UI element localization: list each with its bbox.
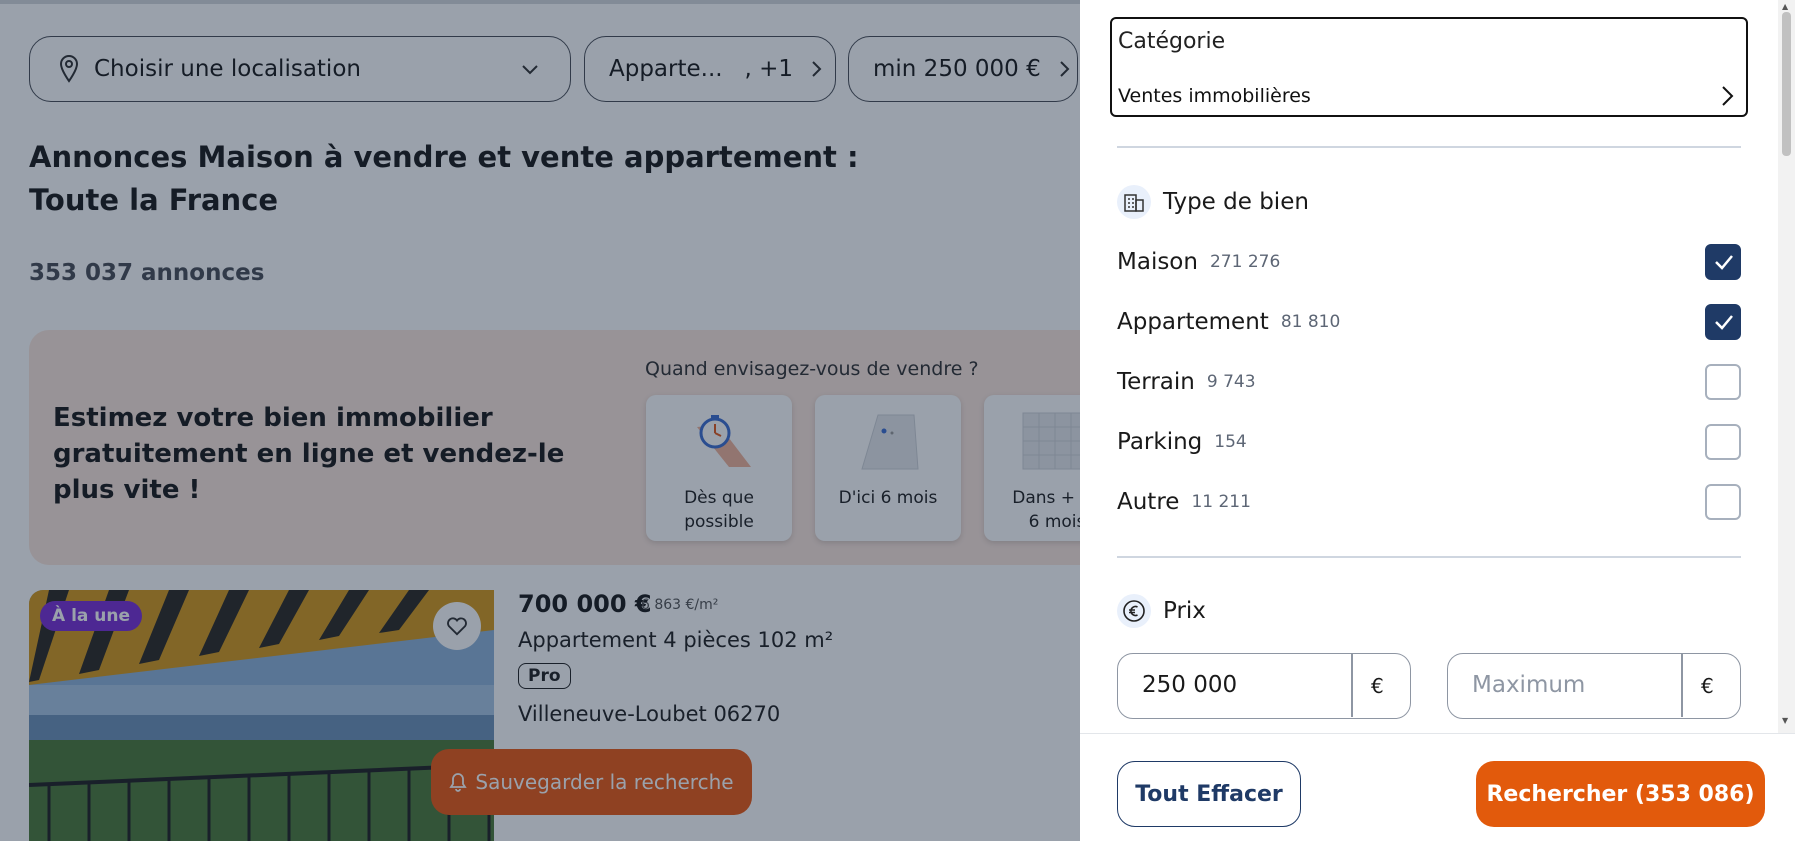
category-label: Catégorie	[1118, 29, 1226, 54]
currency-label: €	[1701, 674, 1714, 698]
property-type-option-parking[interactable]: Parking 154	[1117, 422, 1741, 462]
property-type-title: Type de bien	[1163, 189, 1309, 215]
option-label: Appartement	[1117, 309, 1269, 335]
clear-all-button[interactable]: Tout Effacer	[1117, 761, 1301, 827]
property-type-header: Type de bien	[1117, 185, 1309, 219]
scroll-up-arrow-icon[interactable]: ▲	[1782, 2, 1788, 11]
appartement-checkbox[interactable]	[1705, 304, 1741, 340]
category-value: Ventes immobilières	[1118, 85, 1311, 107]
option-label: Terrain	[1117, 369, 1195, 395]
euro-icon	[1117, 594, 1151, 628]
option-label: Autre	[1117, 489, 1180, 515]
property-type-option-appartement[interactable]: Appartement 81 810	[1117, 302, 1741, 342]
building-icon	[1117, 185, 1151, 219]
scroll-down-arrow-icon[interactable]: ▼	[1782, 716, 1788, 725]
modal-backdrop[interactable]	[0, 0, 1080, 841]
section-divider	[1117, 556, 1741, 558]
price-min-value: 250 000	[1142, 672, 1238, 698]
chevron-right-icon	[1722, 86, 1734, 106]
price-title: Prix	[1163, 598, 1206, 624]
check-icon	[1715, 255, 1733, 270]
option-label: Parking	[1117, 429, 1203, 455]
property-type-option-maison[interactable]: Maison 271 276	[1117, 242, 1741, 282]
terrain-checkbox[interactable]	[1705, 364, 1741, 400]
filter-footer: Tout Effacer Rechercher (353 086)	[1080, 733, 1795, 841]
option-count: 9 743	[1206, 372, 1256, 392]
maison-checkbox[interactable]	[1705, 244, 1741, 280]
price-min-input[interactable]: 250 000 €	[1117, 653, 1411, 719]
parking-checkbox[interactable]	[1705, 424, 1741, 460]
autre-checkbox[interactable]	[1705, 484, 1741, 520]
option-label: Maison	[1117, 249, 1198, 275]
panel-scrollbar[interactable]: ▲ ▼	[1778, 0, 1795, 733]
scrollbar-thumb[interactable]	[1782, 12, 1791, 156]
option-count: 271 276	[1209, 252, 1281, 272]
property-type-option-terrain[interactable]: Terrain 9 743	[1117, 362, 1741, 402]
filter-panel: Catégorie Ventes immobilières Type de bi…	[1080, 0, 1795, 841]
category-selector[interactable]: Catégorie Ventes immobilières	[1110, 17, 1748, 117]
option-count: 81 810	[1280, 312, 1341, 332]
check-icon	[1715, 315, 1733, 330]
price-header: Prix	[1117, 594, 1206, 628]
option-count: 154	[1214, 432, 1247, 452]
option-count: 11 211	[1191, 492, 1251, 512]
input-divider	[1351, 654, 1353, 717]
price-max-input[interactable]: Maximum €	[1447, 653, 1741, 719]
price-max-placeholder: Maximum	[1472, 672, 1586, 698]
section-divider	[1117, 146, 1741, 148]
search-button[interactable]: Rechercher (353 086)	[1476, 761, 1765, 827]
property-type-option-autre[interactable]: Autre 11 211	[1117, 482, 1741, 522]
input-divider	[1681, 654, 1683, 717]
currency-label: €	[1371, 674, 1384, 698]
